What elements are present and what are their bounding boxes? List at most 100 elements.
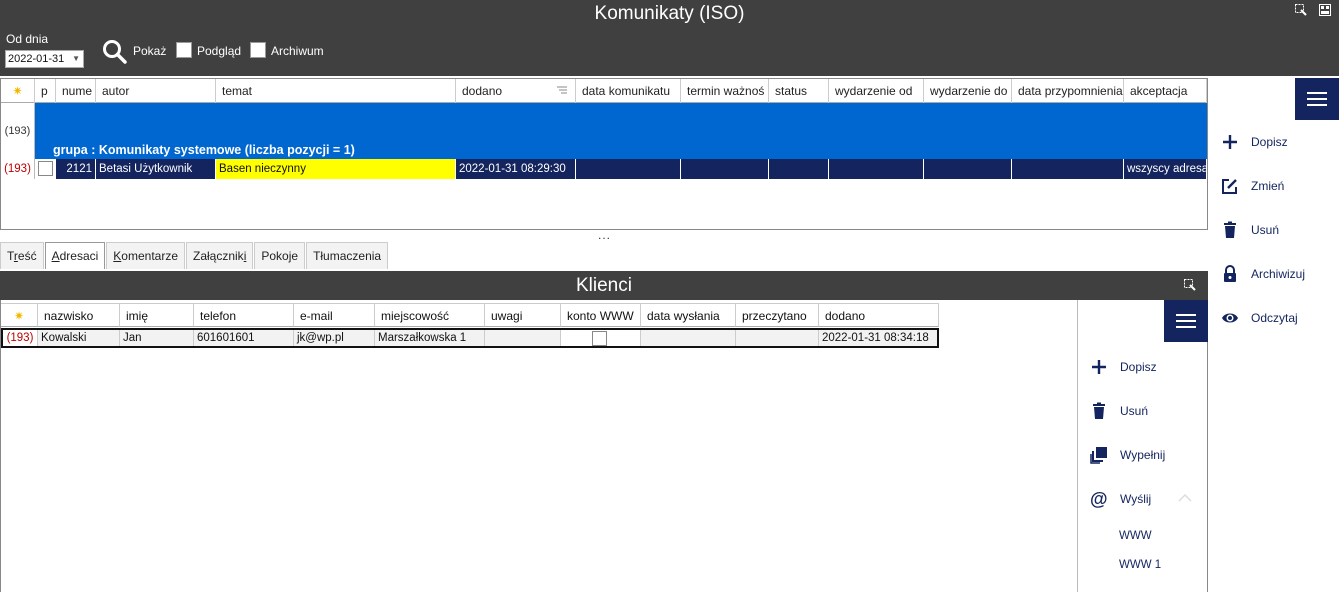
- fill-button[interactable]: Wypełnij: [1090, 446, 1165, 464]
- send-www1-option[interactable]: WWW 1: [1119, 559, 1161, 571]
- column-header[interactable]: wydarzenie do: [924, 79, 1012, 103]
- add-label: Dopisz: [1251, 135, 1288, 149]
- client-email: jk@wp.pl: [294, 330, 375, 346]
- delete-client-button[interactable]: Usuń: [1090, 402, 1148, 420]
- tab-tlumaczenia[interactable]: Tłumaczenia: [306, 242, 389, 269]
- archive-label: Archiwum: [271, 44, 324, 58]
- add-button[interactable]: Dopisz: [1221, 133, 1288, 151]
- new-row-star-icon[interactable]: ✷: [1, 303, 38, 327]
- search-icon[interactable]: [102, 39, 128, 65]
- preview-checkbox[interactable]: [176, 42, 192, 58]
- window-icons: [1295, 4, 1331, 16]
- column-header[interactable]: temat: [216, 79, 456, 103]
- column-header-label: dodano: [462, 84, 503, 98]
- edit-label: Zmień: [1251, 179, 1285, 193]
- eye-icon: [1221, 309, 1239, 327]
- new-row-star-icon[interactable]: ✷: [1, 79, 35, 103]
- tab-pokoje[interactable]: Pokoje: [254, 242, 306, 269]
- tab-adresaci[interactable]: Adresaci: [44, 242, 106, 269]
- edit-button[interactable]: Zmień: [1221, 177, 1284, 195]
- column-header[interactable]: dodano: [456, 79, 576, 103]
- copy-icon: [1090, 446, 1108, 464]
- client-notes: [485, 330, 561, 346]
- column-header[interactable]: data wysłania: [641, 303, 736, 327]
- column-header[interactable]: akceptacja: [1124, 79, 1207, 103]
- column-header[interactable]: e-mail: [294, 303, 375, 327]
- delete-label: Usuń: [1251, 223, 1280, 237]
- row-count: (193): [3, 330, 38, 346]
- app-window: Komunikaty (ISO) Od dnia 2022-01-31 ▼ Po…: [0, 0, 1339, 592]
- chevron-up-icon[interactable]: [1178, 492, 1192, 506]
- row-added: 2022-01-31 08:29:30: [456, 159, 576, 179]
- messages-grid: ✷ p nume autor temat dodano data komunik…: [0, 78, 1208, 230]
- archive-checkbox[interactable]: [250, 42, 266, 58]
- group-label: grupa : Komunikaty systemowe (liczba poz…: [53, 143, 355, 157]
- at-sign-icon: @: [1090, 489, 1108, 509]
- send-www-option[interactable]: WWW: [1119, 530, 1152, 542]
- row-status: [769, 159, 829, 179]
- fill-label: Wypełnij: [1120, 448, 1166, 462]
- clients-grid: ✷ nazwisko imię telefon e-mail miejscowo…: [0, 300, 1077, 592]
- row-checkbox[interactable]: [35, 159, 56, 179]
- date-from-select[interactable]: 2022-01-31 ▼: [5, 50, 84, 68]
- read-button[interactable]: Odczytaj: [1221, 309, 1298, 327]
- client-first-name: Jan: [120, 330, 194, 346]
- column-header[interactable]: termin ważnoś: [681, 79, 769, 103]
- table-row[interactable]: (193) Kowalski Jan 601601601 jk@wp.pl Ma…: [1, 328, 939, 348]
- select-region-icon[interactable]: [1295, 4, 1307, 16]
- row-event-from: [829, 159, 924, 179]
- delete-button[interactable]: Usuń: [1221, 221, 1279, 239]
- column-header[interactable]: p: [35, 79, 56, 103]
- client-sent-date: [641, 330, 736, 346]
- chevron-down-icon: ▼: [72, 54, 80, 63]
- column-header[interactable]: przeczytano: [736, 303, 819, 327]
- menu-icon[interactable]: [1295, 78, 1339, 120]
- sort-icon: [557, 79, 567, 103]
- client-phone: 601601601: [194, 330, 294, 346]
- actions-panel: Dopisz Zmień Usuń Archiwizuj Odczytaj: [1209, 78, 1339, 592]
- tab-komentarze[interactable]: Komentarze: [106, 242, 185, 269]
- row-message-date: [576, 159, 681, 179]
- group-row[interactable]: (193) grupa : Komunikaty systemowe (licz…: [1, 103, 1207, 159]
- date-from-value: 2022-01-31: [8, 53, 65, 65]
- client-www-account[interactable]: [561, 330, 641, 346]
- column-header[interactable]: uwagi: [485, 303, 561, 327]
- pane-splitter[interactable]: ...: [598, 228, 611, 242]
- plus-icon: [1221, 133, 1239, 151]
- column-header[interactable]: konto WWW: [561, 303, 641, 327]
- layout-icon[interactable]: [1319, 4, 1331, 16]
- select-region-icon[interactable]: [1184, 279, 1196, 294]
- column-header[interactable]: autor: [96, 79, 216, 103]
- send-label: Wyślij: [1120, 492, 1152, 506]
- row-author: Betasi Użytkownik: [96, 159, 216, 179]
- show-button[interactable]: Pokaż: [133, 44, 166, 58]
- column-header[interactable]: dodano: [819, 303, 939, 327]
- lock-icon: [1221, 265, 1239, 283]
- menu-icon[interactable]: [1164, 300, 1208, 342]
- column-header[interactable]: wydarzenie od: [829, 79, 924, 103]
- column-header[interactable]: status: [769, 79, 829, 103]
- tab-tresc[interactable]: Treść: [0, 242, 44, 269]
- top-toolbar: Komunikaty (ISO) Od dnia 2022-01-31 ▼ Po…: [0, 0, 1339, 76]
- archive-button[interactable]: Archiwizuj: [1221, 265, 1305, 283]
- column-header[interactable]: telefon: [194, 303, 294, 327]
- table-row[interactable]: (193) 2121 Betasi Użytkownik Basen niecz…: [1, 159, 1207, 179]
- column-header[interactable]: nume: [56, 79, 96, 103]
- edit-icon: [1221, 177, 1239, 195]
- send-button[interactable]: @ Wyślij: [1090, 490, 1151, 508]
- tab-zalaczniki[interactable]: Załączniki: [186, 242, 254, 269]
- clients-actions-panel: Dopisz Usuń Wypełnij @ Wyślij WWW WWW 1: [1077, 300, 1208, 592]
- group-header[interactable]: grupa : Komunikaty systemowe (liczba poz…: [35, 103, 1207, 159]
- column-header[interactable]: data przypomnienia: [1012, 79, 1124, 103]
- clients-titlebar: Klienci: [0, 271, 1208, 300]
- column-header[interactable]: data komunikatu: [576, 79, 681, 103]
- archive-label: Archiwizuj: [1251, 267, 1306, 281]
- column-header[interactable]: miejscowość: [375, 303, 485, 327]
- add-client-button[interactable]: Dopisz: [1090, 358, 1157, 376]
- column-header[interactable]: imię: [120, 303, 194, 327]
- column-header[interactable]: nazwisko: [38, 303, 120, 327]
- row-number: 2121: [56, 159, 96, 179]
- plus-icon: [1090, 358, 1108, 376]
- www-account-checkbox[interactable]: [592, 331, 607, 346]
- add-client-label: Dopisz: [1120, 360, 1157, 374]
